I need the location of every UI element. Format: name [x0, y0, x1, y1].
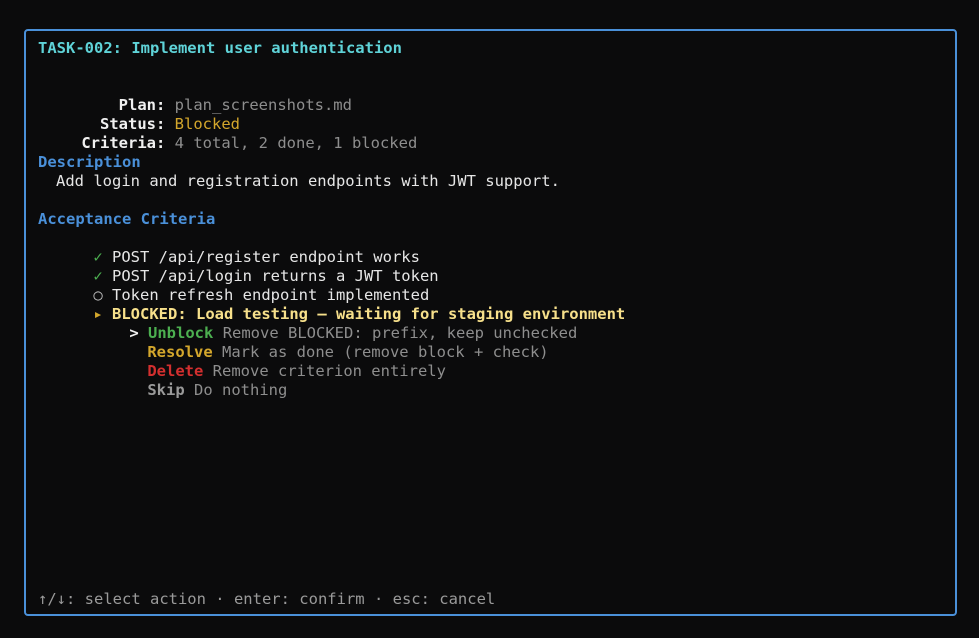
action-unblock[interactable]: > Unblock Remove BLOCKED: prefix, keep u…: [92, 305, 577, 342]
criterion-item-blocked: ▸ BLOCKED: Load testing — waiting for st…: [56, 286, 625, 323]
action-delete[interactable]: Delete Remove criterion entirely: [110, 343, 446, 380]
task-title: TASK-002: Implement user authentication: [38, 39, 402, 57]
criterion-item: ✓ POST /api/register endpoint works: [56, 229, 420, 266]
action-skip[interactable]: Skip Do nothing: [110, 362, 287, 399]
action-label: Skip: [147, 381, 185, 399]
criterion-item: ✓ POST /api/login returns a JWT token: [56, 248, 438, 285]
meta-status-row: Status: Blocked: [38, 96, 240, 133]
action-resolve[interactable]: Resolve Mark as done (remove block + che…: [110, 324, 548, 361]
meta-plan-row: Plan: plan_screenshots.md: [38, 77, 352, 114]
description-heading: Description: [38, 153, 141, 171]
criteria-heading: Acceptance Criteria: [38, 210, 216, 228]
task-detail-panel: TASK-002: Implement user authentication …: [24, 29, 957, 616]
action-description: Do nothing: [194, 381, 288, 399]
criterion-item: ○ Token refresh endpoint implemented: [56, 267, 429, 304]
footer-hint: ↑/↓: select action · enter: confirm · es…: [38, 590, 496, 608]
description-text: Add login and registration endpoints wit…: [56, 172, 560, 190]
meta-criteria-value: 4 total, 2 done, 1 blocked: [174, 134, 418, 152]
meta-criteria-row: Criteria: 4 total, 2 done, 1 blocked: [38, 115, 417, 152]
meta-criteria-label: Criteria:: [81, 134, 166, 152]
